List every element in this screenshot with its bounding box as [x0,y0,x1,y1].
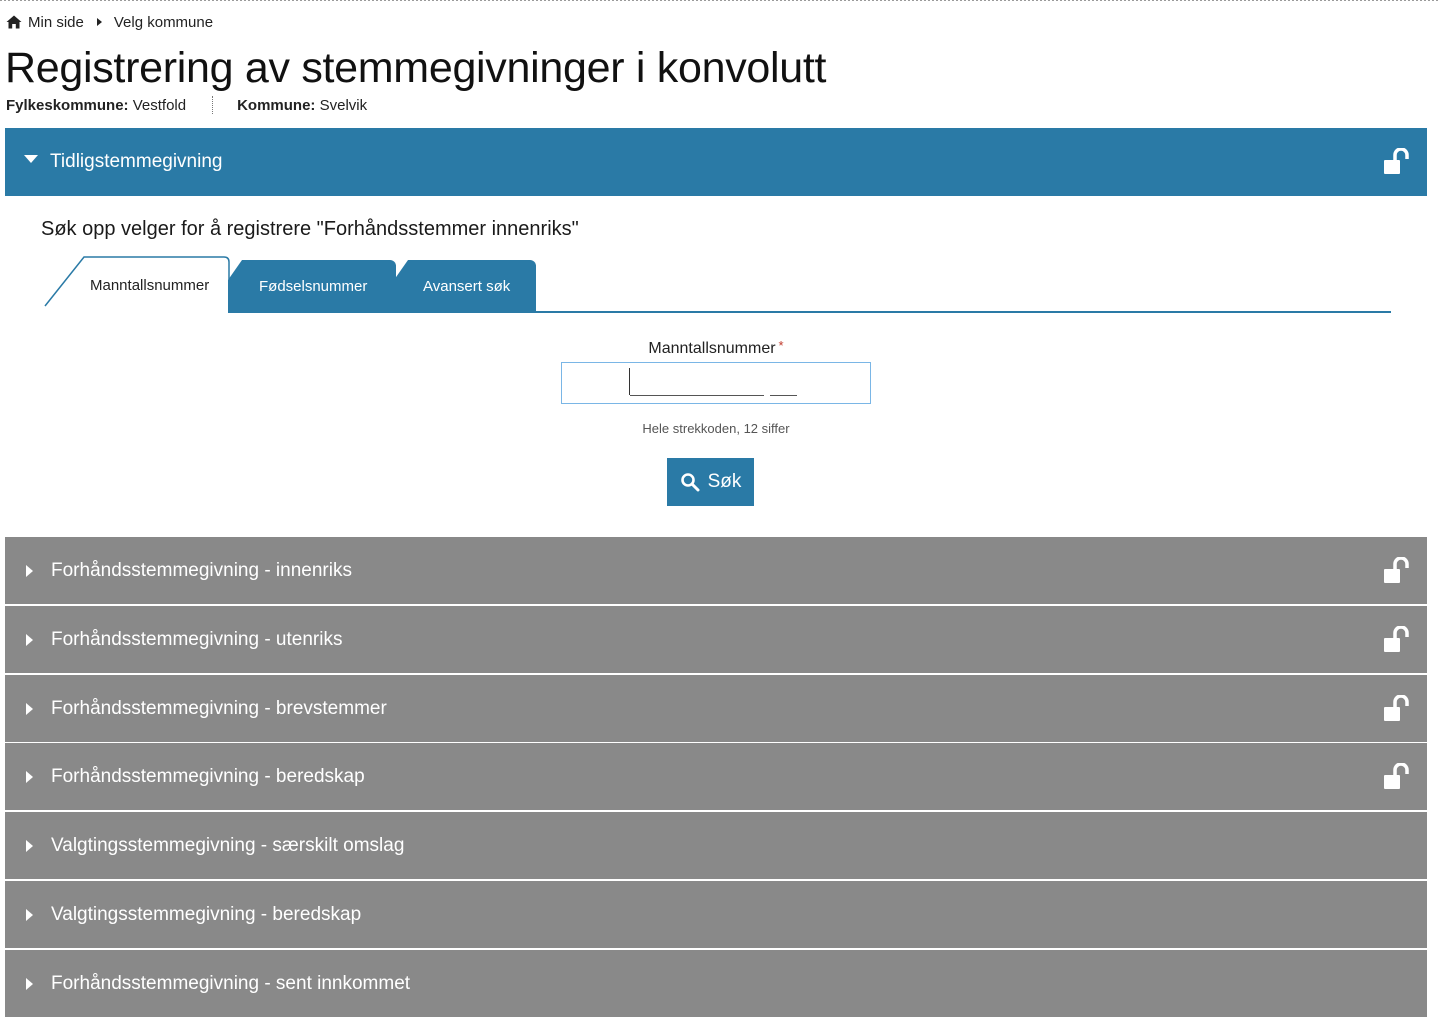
page-title: Registrering av stemmegivninger i konvol… [5,44,827,92]
municipality-value: Svelvik [319,96,368,114]
tab-label: Manntallsnummer [90,277,210,294]
breadcrumb-separator-icon [96,18,102,26]
panel-header[interactable]: Forhåndsstemmegivning - sent innkommet [5,950,1427,1017]
caret-right-icon [26,839,33,852]
unlock-icon[interactable] [1383,556,1411,585]
page-meta: Fylkeskommune: Vestfold Kommune: Svelvik [6,96,367,114]
breadcrumb-current[interactable]: Velg kommune [114,14,213,31]
breadcrumb-home-link[interactable]: Min side [28,14,84,31]
panel-title: Forhåndsstemmegivning - beredskap [51,765,365,787]
manntallsnummer-input[interactable] [561,362,871,404]
panel-header-tidligstemmegivning[interactable]: Tidligstemmegivning [5,128,1427,196]
caret-right-icon [26,770,33,783]
text-cursor [629,368,630,395]
field-hint: Hele strekkoden, 12 siffer [642,421,790,436]
required-marker: * [778,338,784,353]
breadcrumb: Min side Velg kommune [6,12,213,32]
panel-title: Valgtingsstemmegivning - beredskap [51,903,362,925]
panel-header[interactable]: Forhåndsstemmegivning - utenriks [5,606,1427,673]
tab-label: Fødselsnummer [259,278,368,295]
home-icon [6,15,22,29]
county-value: Vestfold [132,96,187,114]
panel-header[interactable]: Forhåndsstemmegivning - innenriks [5,537,1427,604]
panel-title: Valgtingsstemmegivning - særskilt omslag [51,834,405,856]
panel-title: Forhåndsstemmegivning - sent innkommet [51,972,411,994]
tab-avansert-sok[interactable]: Avansert søk [394,260,536,313]
caret-right-icon [26,977,33,990]
meta-divider [212,96,214,114]
tab-manntallsnummer[interactable]: Manntallsnummer [44,256,230,313]
search-icon [680,473,700,492]
input-mask-segment [630,395,764,396]
panel-header[interactable]: Valgtingsstemmegivning - beredskap [5,881,1427,948]
panel-header[interactable]: Forhåndsstemmegivning - brevstemmer [5,675,1427,742]
input-mask-segment [770,395,797,396]
caret-right-icon [26,633,33,646]
caret-down-icon [24,155,38,163]
unlock-icon[interactable] [1383,625,1411,654]
unlock-icon[interactable] [1383,762,1411,791]
panel-header[interactable]: Valgtingsstemmegivning - særskilt omslag [5,812,1427,879]
search-tabs: Manntallsnummer Fødselsnummer Avansert s… [44,256,1391,313]
caret-right-icon [26,702,33,715]
unlock-icon[interactable] [1383,694,1411,723]
municipality-label: Kommune: [237,96,316,114]
unlock-icon[interactable] [1383,148,1411,176]
field-label-text: Manntallsnummer [648,340,776,357]
panel-title: Forhåndsstemmegivning - brevstemmer [51,697,387,719]
caret-right-icon [26,908,33,921]
search-heading: Søk opp velger for å registrere "Forhånd… [41,218,579,240]
search-button[interactable]: Søk [667,458,754,506]
panel-title: Forhåndsstemmegivning - utenriks [51,628,343,650]
panel-header[interactable]: Forhåndsstemmegivning - beredskap [5,743,1427,810]
manntallsnummer-label: Manntallsnummer * [0,338,1432,358]
panel-title: Forhåndsstemmegivning - innenriks [51,559,352,581]
search-button-label: Søk [707,471,742,492]
tab-label: Avansert søk [423,278,511,295]
county-label: Fylkeskommune: [6,96,129,114]
caret-right-icon [26,564,33,577]
panel-title: Tidligstemmegivning [50,151,223,172]
top-border [0,0,1440,2]
tab-foedselsnummer[interactable]: Fødselsnummer [228,260,396,313]
